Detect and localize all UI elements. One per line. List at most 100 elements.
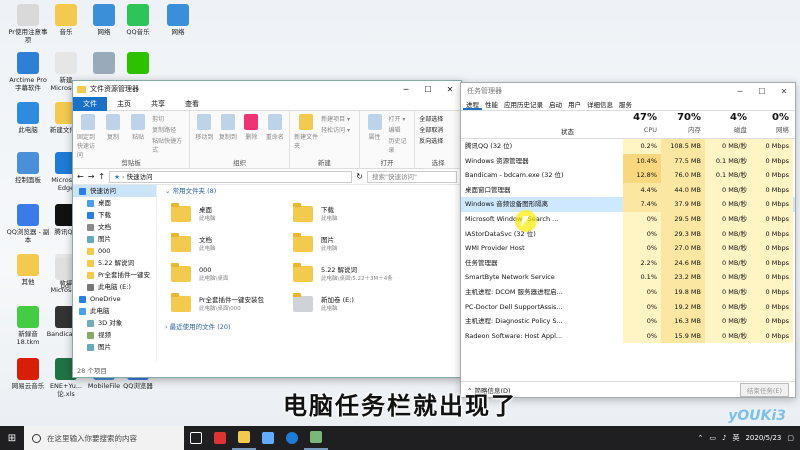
nav-item[interactable]: Pr全套插件一键安 [73,269,156,281]
process-row[interactable]: 任务管理器 2.2% 24.6 MB 0 MB/秒 0 Mbps [461,255,795,271]
taskbar-app-taskmgr[interactable] [304,426,328,450]
up-arrow-icon[interactable]: ↑ [98,172,105,181]
chevron-up-icon[interactable]: ⌃ [698,434,704,442]
nav-item[interactable]: 5.22 解说词 [73,257,156,269]
process-row[interactable]: IAStorDataSvc (32 位) 0% 29.3 MB 0 MB/秒 0 Mbp… [461,226,795,242]
nav-item[interactable]: 此电脑 [73,305,156,317]
minimize-button[interactable]: ─ [395,85,417,94]
process-row[interactable]: WMI Provider Host 0% 27.0 MB 0 MB/秒 0 Mbps [461,241,795,256]
nav-item[interactable]: 视频 [73,329,156,341]
taskbar-app-edge[interactable] [280,426,304,450]
cpu-column-header[interactable]: 47% CPU [623,111,661,138]
nav-item[interactable]: 下载 [73,209,156,221]
process-row[interactable]: SmartByte Network Service 0.1% 23.2 MB 0 MB… [461,270,795,285]
paste-shortcut-button[interactable]: 粘贴快捷方式 [152,136,185,154]
network-value: 0 Mbps [751,153,793,169]
nav-item[interactable]: 文档 [73,221,156,233]
process-row[interactable]: Windows 资源管理器 10.4% 77.5 MB 0.1 MB/秒 0 Mbps [461,153,795,169]
process-row[interactable]: PC-Doctor Dell SupportAssis... 0% 19.2 MB 0… [461,299,795,315]
network-column-header[interactable]: 0% 网络 [751,111,793,138]
select-none-button[interactable]: 全部取消 [419,125,443,134]
taskmgr-titlebar[interactable]: 任务管理器 ─ ☐ ✕ [461,83,795,99]
address-bar[interactable]: ★ › 快速访问 [109,170,353,183]
back-arrow-icon[interactable]: ← [77,172,84,181]
process-row[interactable]: Bandicam - bdcam.exe (32 位) 12.8% 76.0 MB 0… [461,168,795,183]
desktop-icon[interactable]: 网络 [156,4,200,36]
nav-item[interactable]: 000 [73,245,156,257]
taskmgr-tab[interactable]: 服务 [616,99,635,110]
desktop-icon[interactable]: QQ音乐 [116,4,160,36]
select-all-button[interactable]: 全部选择 [419,114,443,123]
folder-item[interactable]: 5.22 解说词 此电脑\桌面\5.22＋3M＋4条 [293,261,433,287]
taskbar-app-store[interactable] [256,426,280,450]
open-button[interactable]: 打开 ▾ [388,114,410,123]
folder-text: 文档 此电脑 [199,236,216,253]
section-frequent-folders[interactable]: ⌄ 常用文件夹 (8) [163,185,455,197]
task-manager-window[interactable]: 任务管理器 ─ ☐ ✕ 进程 性能 应用历史记录 启动 用户 详细信息 服务 状态 47% C… [460,82,796,398]
taskmgr-tab[interactable]: 进程 [463,99,482,110]
explorer-titlebar[interactable]: 文件资源管理器 ─ ☐ ✕ [73,81,461,97]
maximize-button[interactable]: ☐ [417,85,439,94]
forward-arrow-icon[interactable]: → [88,172,95,181]
folder-item[interactable]: 000 此电脑\桌面 [171,261,311,287]
process-row[interactable]: Windows 音频设备图形隔离 7.4% 37.9 MB 0 MB/秒 0 Mbps [461,197,795,212]
input-language[interactable]: 英 [732,433,739,443]
minimize-button[interactable]: ─ [729,87,751,96]
nav-item[interactable]: 快速访问 [73,185,156,197]
folder-item[interactable]: 下载 此电脑 [293,201,433,227]
tab-view[interactable]: 查看 [175,99,209,109]
folder-item[interactable]: 新加卷 (E:) 此电脑 [293,291,433,317]
network-icon[interactable]: ▭ [709,434,716,442]
folder-item[interactable]: 图片 此电脑 [293,231,433,257]
copy-path-button[interactable]: 复制路径 [152,125,185,134]
maximize-button[interactable]: ☐ [751,87,773,96]
nav-item[interactable]: 图片 [73,233,156,245]
refresh-icon[interactable]: ↻ [356,172,363,181]
folder-item[interactable]: 文档 此电脑 [171,231,311,257]
taskmgr-tab[interactable]: 详细信息 [584,99,616,110]
taskbar-app-explorer[interactable] [232,426,256,450]
history-button[interactable]: 历史记录 [388,136,410,154]
process-row[interactable]: 桌面窗口管理器 4.4% 44.0 MB 0 MB/秒 0 Mbps [461,182,795,198]
system-date[interactable]: 2020/5/23 [745,434,781,442]
taskbar-search-input[interactable]: 在这里输入你要搜索的内容 [24,426,184,450]
edit-button[interactable]: 编辑 [388,125,410,134]
desktop-icon[interactable] [116,52,160,76]
process-row[interactable]: 主机进程: Diagnostic Policy S... 0% 16.3 MB 0 M… [461,314,795,329]
taskmgr-tab[interactable]: 用户 [565,99,584,110]
tab-share[interactable]: 共享 [141,99,175,109]
explorer-search-input[interactable]: 搜索"快速访问" [367,170,457,183]
tab-file[interactable]: 文件 [73,96,107,111]
folder-item[interactable]: 桌面 此电脑 [171,201,311,227]
invert-selection-button[interactable]: 反向选择 [419,136,443,145]
notification-icon[interactable]: ▢ [787,434,794,442]
name-column-header[interactable] [461,111,623,138]
nav-item[interactable]: 3D 对象 [73,317,156,329]
process-row[interactable]: Radeon Software: Host Appl... 0% 15.9 MB 0 … [461,328,795,344]
disk-column-header[interactable]: 4% 磁盘 [705,111,751,138]
nav-item[interactable]: 图片 [73,341,156,353]
new-item-button[interactable]: 新建项目 ▾ [321,114,350,123]
folder-item[interactable]: Pr全套插件一键安装包 此电脑\桌面\000 [171,291,311,317]
nav-item[interactable]: OneDrive [73,293,156,305]
start-button[interactable]: ⊞ [0,426,24,450]
nav-item[interactable]: 桌面 [73,197,156,209]
taskmgr-tab[interactable]: 启动 [546,99,565,110]
process-row[interactable]: 腾讯QQ (32 位) 0.2% 108.5 MB 0 MB/秒 0 Mbps [461,139,795,154]
task-view-button[interactable] [184,426,208,450]
file-explorer-window[interactable]: 文件资源管理器 ─ ☐ ✕ 文件 主页 共享 查看 固定到快速访问 复制 粘贴 … [72,80,462,378]
close-button[interactable]: ✕ [439,85,461,94]
section-recent-files[interactable]: › 最近使用的文件 (20) [163,321,231,333]
volume-icon[interactable]: ♪ [722,434,726,442]
process-row[interactable]: 主机进程: DCOM 服务器进程启... 0% 19.8 MB 0 MB/秒 0 Mbp… [461,284,795,300]
easy-access-button[interactable]: 轻松访问 ▾ [321,125,350,134]
cut-button[interactable]: 剪切 [152,114,185,123]
close-button[interactable]: ✕ [773,87,795,96]
taskbar-app-bandicam[interactable] [208,426,232,450]
taskmgr-tab[interactable]: 性能 [482,99,501,110]
memory-column-header[interactable]: 70% 内存 [661,111,705,138]
taskmgr-tab[interactable]: 应用历史记录 [501,99,546,110]
tab-home[interactable]: 主页 [107,99,141,109]
process-row[interactable]: Microsoft Windows Search ... 0% 29.5 MB 0 M… [461,211,795,227]
nav-item[interactable]: 此电脑 (E:) [73,281,156,293]
